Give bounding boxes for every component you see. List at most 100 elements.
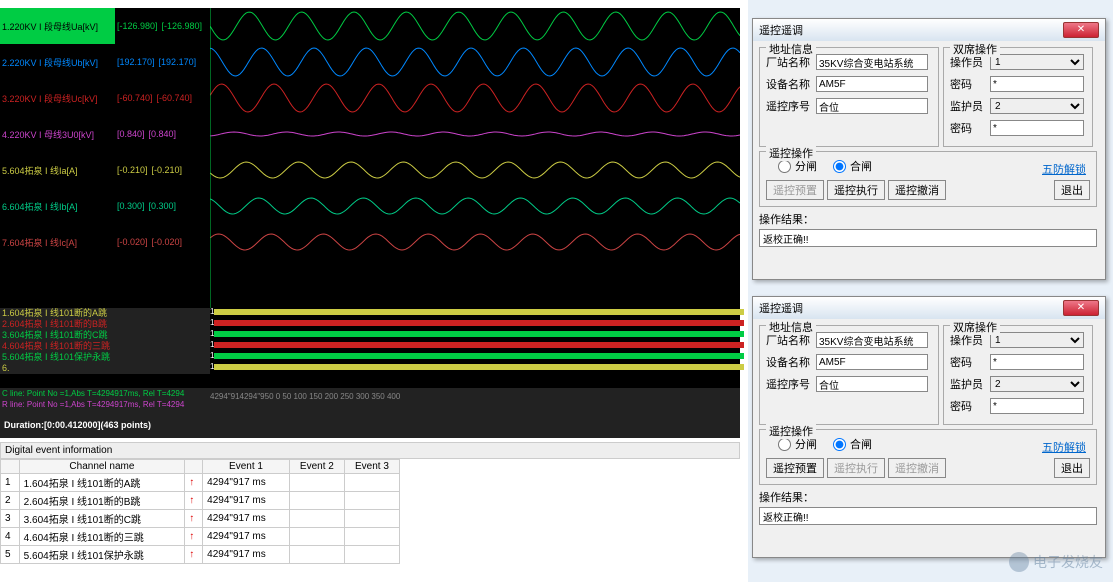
digital-bar: 1 [210, 330, 740, 341]
digital-bar: 1 [210, 363, 740, 374]
address-info-fieldset: 地址信息 厂站名称 设备名称 遥控序号 [759, 325, 939, 425]
result-area: 操作结果： 返校正确!! [759, 211, 1097, 257]
fieldset-legend: 遥控操作 [766, 423, 816, 439]
remote-control-dialog-2: 遥控遥调 ✕ 地址信息 厂站名称 设备名称 遥控序号 双席操作 操作员1 密码 … [752, 296, 1106, 558]
event-section: Digital event information Channel nameEv… [0, 442, 740, 564]
digital-channel-label[interactable]: 1.604拓泉 I 线101断的A跳 [0, 308, 210, 319]
pwd2-input[interactable] [990, 398, 1084, 414]
dialog-title-text: 遥控遥调 [759, 22, 803, 38]
preset-button[interactable]: 遥控预置 [766, 458, 824, 478]
close-icon[interactable]: ✕ [1063, 300, 1099, 316]
digital-channel-label[interactable]: 6. [0, 363, 210, 374]
close-radio[interactable] [833, 160, 846, 173]
right-dialogs-area: 遥控遥调 ✕ 地址信息 厂站名称 设备名称 遥控序号 双席操作 操作员1 密码 … [748, 0, 1113, 582]
pwd2-label: 密码 [950, 120, 990, 136]
watermark-icon [1009, 552, 1029, 572]
address-info-fieldset: 地址信息 厂站名称 设备名称 遥控序号 [759, 47, 939, 147]
device-input[interactable] [816, 354, 928, 370]
unlock-link[interactable]: 五防解锁 [1038, 161, 1090, 177]
cancel-button[interactable]: 遥控撤消 [888, 180, 946, 200]
result-value: 返校正确!! [759, 507, 1097, 525]
operator-select[interactable]: 1 [990, 54, 1084, 70]
channel-label[interactable]: 5.604拓泉 I 线Ia[A] [0, 152, 115, 188]
station-input[interactable] [816, 332, 928, 348]
dialog-titlebar[interactable]: 遥控遥调 ✕ [753, 297, 1105, 319]
channel-value: [-60.740][-60.740] [115, 80, 210, 116]
pwd2-input[interactable] [990, 120, 1084, 136]
pwd1-input[interactable] [990, 76, 1084, 92]
seq-input[interactable] [816, 98, 928, 114]
event-col-header: Channel name [19, 460, 185, 474]
seq-input[interactable] [816, 376, 928, 392]
channel-label[interactable]: 6.604拓泉 I 线Ib[A] [0, 188, 115, 224]
fieldset-legend: 遥控操作 [766, 145, 816, 161]
cursor-line-info: C line: Point No =1,Abs T=4294917ms, Rel… [2, 388, 202, 399]
event-table: Channel nameEvent 1Event 2Event 3 11.604… [0, 459, 400, 564]
station-input[interactable] [816, 54, 928, 70]
cursor-line-info: R line: Point No =1,Abs T=4294917ms, Rel… [2, 399, 202, 410]
channel-value: [-0.020][-0.020] [115, 224, 210, 260]
exec-button[interactable]: 遥控执行 [827, 458, 885, 478]
channel-label[interactable]: 2.220KV I 段母线Ub[kV] [0, 44, 115, 80]
channel-label[interactable]: 3.220KV I 段母线Uc[kV] [0, 80, 115, 116]
digital-channel-label[interactable]: 5.604拓泉 I 线101保护永跳 [0, 352, 210, 363]
channel-label[interactable]: 7.604拓泉 I 线Ic[A] [0, 224, 115, 260]
close-radio[interactable] [833, 438, 846, 451]
time-ticks: 4294"914294"950 0 50 100 150 200 250 300… [210, 392, 400, 401]
result-label: 操作结果： [759, 211, 1097, 227]
device-label: 设备名称 [766, 354, 816, 370]
exec-button[interactable]: 遥控执行 [827, 180, 885, 200]
time-axis: C line: Point No =1,Abs T=4294917ms, Rel… [0, 388, 740, 438]
waveform-plot[interactable] [210, 8, 740, 308]
event-row[interactable]: 44.604拓泉 I 线101断的三跳↑4294"917 ms [1, 528, 400, 546]
fieldset-legend: 地址信息 [766, 319, 816, 335]
digital-bar: 1 [210, 319, 740, 330]
cancel-button[interactable]: 遥控撤消 [888, 458, 946, 478]
open-radio[interactable] [778, 160, 791, 173]
exit-button[interactable]: 退出 [1054, 180, 1090, 200]
waveform-viewer-panel: 1.220KV I 段母线Ua[kV]2.220KV I 段母线Ub[kV]3.… [0, 0, 740, 582]
control-ops-fieldset: 遥控操作 分闸 合闸 五防解锁 遥控预置 遥控执行 遥控撤消 退出 [759, 151, 1097, 207]
channel-value: [-126.980][-126.980] [115, 8, 210, 44]
duration-label: Duration:[0:00.412000](463 points) [2, 418, 153, 432]
preset-button[interactable]: 遥控预置 [766, 180, 824, 200]
unlock-link[interactable]: 五防解锁 [1038, 439, 1090, 455]
channel-labels: 1.220KV I 段母线Ua[kV]2.220KV I 段母线Ub[kV]3.… [0, 8, 115, 308]
digital-bar: 1 [210, 352, 740, 363]
device-label: 设备名称 [766, 76, 816, 92]
guardian-select[interactable]: 2 [990, 98, 1084, 114]
pwd1-label: 密码 [950, 354, 990, 370]
channel-value: [-0.210][-0.210] [115, 152, 210, 188]
channel-label[interactable]: 1.220KV I 段母线Ua[kV] [0, 8, 115, 44]
waveform-area: 1.220KV I 段母线Ua[kV]2.220KV I 段母线Ub[kV]3.… [0, 8, 740, 438]
operator-select[interactable]: 1 [990, 332, 1084, 348]
exit-button[interactable]: 退出 [1054, 458, 1090, 478]
dual-seat-fieldset: 双席操作 操作员1 密码 监护员2 密码 [943, 325, 1093, 425]
event-row[interactable]: 33.604拓泉 I 线101断的C跳↑4294"917 ms [1, 510, 400, 528]
device-input[interactable] [816, 76, 928, 92]
digital-bar: 1 [210, 341, 740, 352]
event-col-header: Event 1 [203, 460, 290, 474]
channel-values: [-126.980][-126.980][192.170][192.170][-… [115, 8, 210, 308]
digital-bar: 1 [210, 308, 740, 319]
digital-channel-label[interactable]: 2.604拓泉 I 线101断的B跳 [0, 319, 210, 330]
dialog-titlebar[interactable]: 遥控遥调 ✕ [753, 19, 1105, 41]
digital-channels: 1.604拓泉 I 线101断的A跳2.604拓泉 I 线101断的B跳3.60… [0, 308, 740, 388]
event-row[interactable]: 11.604拓泉 I 线101断的A跳↑4294"917 ms [1, 474, 400, 492]
pwd1-input[interactable] [990, 354, 1084, 370]
open-radio[interactable] [778, 438, 791, 451]
guardian-select[interactable]: 2 [990, 376, 1084, 392]
fieldset-legend: 地址信息 [766, 41, 816, 57]
event-row[interactable]: 55.604拓泉 I 线101保护永跳↑4294"917 ms [1, 546, 400, 564]
event-row[interactable]: 22.604拓泉 I 线101断的B跳↑4294"917 ms [1, 492, 400, 510]
dialog-title-text: 遥控遥调 [759, 300, 803, 316]
digital-channel-label[interactable]: 4.604拓泉 I 线101断的三跳 [0, 341, 210, 352]
event-col-header: Event 2 [289, 460, 344, 474]
digital-channel-label[interactable]: 3.604拓泉 I 线101断的C跳 [0, 330, 210, 341]
pwd2-label: 密码 [950, 398, 990, 414]
close-icon[interactable]: ✕ [1063, 22, 1099, 38]
channel-value: [0.840][0.840] [115, 116, 210, 152]
channel-value: [192.170][192.170] [115, 44, 210, 80]
channel-value: [0.300][0.300] [115, 188, 210, 224]
channel-label[interactable]: 4.220KV I 母线3U0[kV] [0, 116, 115, 152]
